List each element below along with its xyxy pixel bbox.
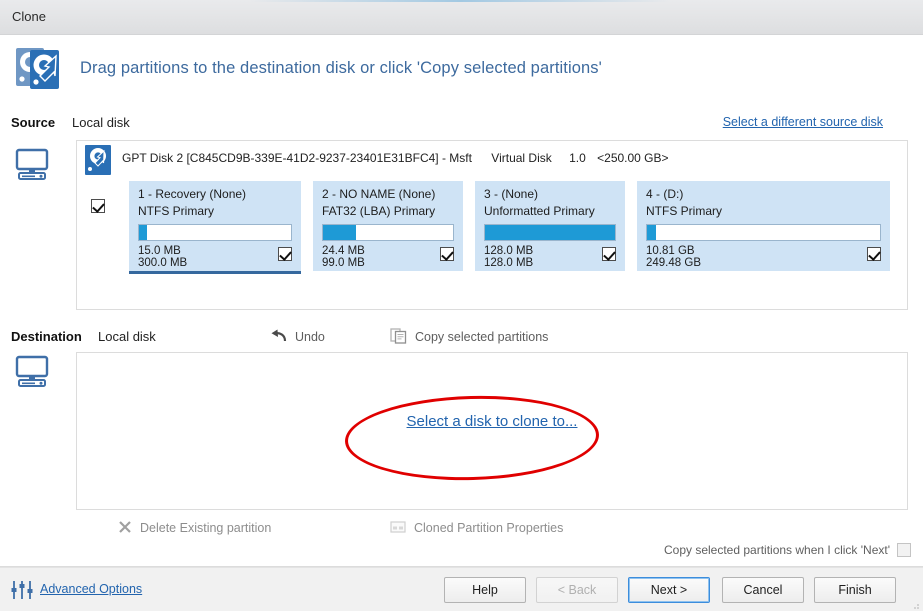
partition-checkbox[interactable]	[278, 247, 292, 261]
partition-used: 128.0 MB	[484, 245, 534, 257]
partition-block[interactable]: 1 - Recovery (None) NTFS Primary 15.0 MB 30…	[129, 181, 301, 274]
partition-total: 300.0 MB	[138, 257, 188, 269]
partition-usage-bar	[138, 224, 292, 241]
delete-existing-partition-button[interactable]: Delete Existing partition	[118, 518, 271, 538]
copy-label: Copy selected partitions	[415, 330, 549, 344]
partition-checkbox[interactable]	[867, 247, 881, 261]
partition-total: 128.0 MB	[484, 257, 534, 269]
partition-checkbox[interactable]	[602, 247, 616, 261]
partition-properties-icon	[390, 520, 406, 537]
source-disk-info: GPT Disk 2 [C845CD9B-339E-41D2-9237-2340…	[122, 151, 669, 165]
partition-block[interactable]: 2 - NO NAME (None) FAT32 (LBA) Primary 24.…	[313, 181, 463, 271]
select-disk-to-clone-to-link[interactable]: Select a disk to clone to...	[77, 413, 907, 430]
cancel-button[interactable]: Cancel	[722, 577, 804, 603]
clone-wizard-window: Clone Drag partitions to the destination…	[0, 0, 923, 611]
advanced-options-link[interactable]: Advanced Options	[40, 582, 142, 596]
finish-button[interactable]: Finish	[814, 577, 896, 603]
undo-button[interactable]: Undo	[270, 327, 325, 347]
titlebar-glow	[250, 0, 670, 2]
partition-block[interactable]: 3 - (None) Unformatted Primary 128.0 MB 128…	[475, 181, 625, 271]
partition-title: 4 - (D:)	[646, 187, 684, 201]
copy-selected-partitions-button[interactable]: Copy selected partitions	[390, 327, 548, 347]
resize-grip-icon[interactable]	[910, 599, 920, 609]
partition-title: 1 - Recovery (None)	[138, 187, 247, 201]
footer-bar: Advanced Options Help < Back Next > Canc…	[0, 567, 923, 611]
copy-on-next-row: Copy selected partitions when I click 'N…	[664, 543, 911, 557]
destination-value: Local disk	[98, 329, 156, 344]
partition-strip: 1 - Recovery (None) NTFS Primary 15.0 MB 30…	[129, 181, 904, 291]
partition-used: 10.81 GB	[646, 245, 695, 257]
source-disk-row: GPT Disk 2 [C845CD9B-339E-41D2-9237-2340…	[77, 141, 907, 177]
partition-total: 99.0 MB	[322, 257, 365, 269]
disk-capacity: <250.00 GB>	[597, 151, 669, 165]
instruction-banner: Drag partitions to the destination disk …	[0, 35, 923, 100]
partition-usage-bar	[484, 224, 616, 241]
partition-usage-bar	[646, 224, 881, 241]
partition-title: 3 - (None)	[484, 187, 539, 201]
partition-filesystem: FAT32 (LBA) Primary	[322, 204, 436, 218]
source-value: Local disk	[72, 115, 130, 130]
partition-filesystem: NTFS Primary	[646, 204, 722, 218]
x-cross-icon	[118, 520, 132, 537]
source-disk-panel: GPT Disk 2 [C845CD9B-339E-41D2-9237-2340…	[76, 140, 908, 310]
source-label: Source	[11, 115, 56, 130]
undo-arrow-icon	[270, 328, 288, 347]
partition-block[interactable]: 4 - (D:) NTFS Primary 10.81 GB 249.48 GB	[637, 181, 890, 271]
copy-pages-icon	[390, 327, 408, 347]
hard-disk-icon	[85, 145, 111, 175]
clone-disks-icon	[14, 44, 72, 92]
destination-header-row: Destination Local disk Undo Copy selecte…	[0, 327, 923, 351]
disk-revision: 1.0	[569, 151, 586, 165]
source-header-row: Source Local disk Select a different sou…	[0, 113, 923, 137]
help-button[interactable]: Help	[444, 577, 526, 603]
computer-monitor-icon	[14, 148, 52, 182]
cloned-properties-label: Cloned Partition Properties	[414, 521, 564, 535]
partition-used: 24.4 MB	[322, 245, 365, 257]
sliders-icon	[10, 580, 34, 600]
title-bar: Clone	[0, 0, 923, 35]
next-button[interactable]: Next >	[628, 577, 710, 603]
select-different-source-disk-link[interactable]: Select a different source disk	[723, 115, 883, 129]
undo-label: Undo	[295, 330, 325, 344]
partition-title: 2 - NO NAME (None)	[322, 187, 436, 201]
partition-checkbox[interactable]	[440, 247, 454, 261]
delete-partition-label: Delete Existing partition	[140, 521, 272, 535]
disk-name: GPT Disk 2 [C845CD9B-339E-41D2-9237-2340…	[122, 151, 472, 165]
partition-filesystem: NTFS Primary	[138, 204, 214, 218]
destination-disk-panel[interactable]: Select a disk to clone to...	[76, 352, 908, 510]
window-title: Clone	[12, 9, 46, 24]
partition-total: 249.48 GB	[646, 257, 701, 269]
source-disk-checkbox[interactable]	[91, 199, 105, 213]
partition-actions-row: Delete Existing partition Cloned Partiti…	[0, 518, 923, 540]
computer-monitor-icon	[14, 355, 52, 389]
destination-label: Destination	[11, 329, 82, 344]
partition-usage-bar	[322, 224, 454, 241]
copy-on-next-label: Copy selected partitions when I click 'N…	[663, 543, 890, 557]
disk-model: Virtual Disk	[491, 151, 552, 165]
back-button: < Back	[536, 577, 618, 603]
partition-used: 15.0 MB	[138, 245, 181, 257]
cloned-partition-properties-button[interactable]: Cloned Partition Properties	[390, 518, 563, 538]
copy-on-next-checkbox[interactable]	[897, 543, 911, 557]
instruction-text: Drag partitions to the destination disk …	[80, 59, 602, 77]
partition-filesystem: Unformatted Primary	[484, 204, 595, 218]
